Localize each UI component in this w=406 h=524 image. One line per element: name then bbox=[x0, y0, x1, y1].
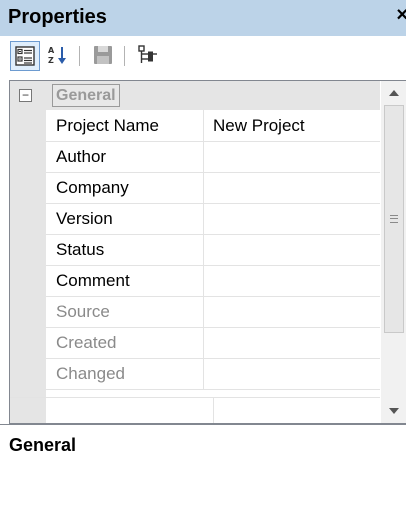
categorized-icon bbox=[15, 46, 35, 66]
property-name: Author bbox=[46, 141, 204, 172]
property-row-source[interactable]: Source bbox=[46, 296, 380, 328]
scroll-down-arrow[interactable] bbox=[381, 399, 406, 423]
property-row-created[interactable]: Created bbox=[46, 327, 380, 359]
properties-title-bar: Properties × bbox=[0, 0, 406, 36]
structure-button[interactable] bbox=[134, 41, 162, 69]
collapse-icon[interactable]: − bbox=[19, 89, 32, 102]
scrollbar-thumb[interactable] bbox=[384, 105, 404, 333]
property-name: Created bbox=[46, 327, 204, 358]
property-name: Company bbox=[46, 172, 204, 203]
property-name: Changed bbox=[46, 358, 204, 389]
description-title: General bbox=[9, 435, 77, 455]
property-row-status[interactable]: Status bbox=[46, 234, 380, 266]
arrow-down-icon bbox=[389, 408, 399, 414]
property-name: Status bbox=[46, 234, 204, 265]
alphabetical-sort-button[interactable]: A Z bbox=[44, 41, 72, 69]
property-value[interactable]: New Project bbox=[213, 110, 305, 141]
property-grid: − General Project Name New Project Autho… bbox=[9, 80, 406, 424]
scroll-up-arrow[interactable] bbox=[381, 81, 406, 105]
property-name: Version bbox=[46, 203, 204, 234]
arrow-up-icon bbox=[389, 90, 399, 96]
vertical-scrollbar[interactable] bbox=[381, 81, 406, 423]
property-row-project-name[interactable]: Project Name New Project bbox=[46, 110, 380, 142]
toolbar-separator bbox=[124, 46, 125, 66]
property-row-company[interactable]: Company bbox=[46, 172, 380, 204]
categorized-view-button[interactable] bbox=[10, 41, 40, 71]
property-name: Project Name bbox=[46, 110, 204, 141]
tree-structure-icon bbox=[138, 45, 157, 63]
save-button[interactable] bbox=[89, 41, 117, 69]
grip-icon bbox=[390, 215, 398, 223]
sort-az-icon: A Z bbox=[48, 46, 66, 65]
toolbar: A Z bbox=[0, 36, 406, 76]
property-row-comment[interactable]: Comment bbox=[46, 265, 380, 297]
close-icon[interactable]: × bbox=[396, 4, 406, 27]
floppy-disk-icon bbox=[94, 46, 112, 64]
category-label: General bbox=[52, 84, 120, 107]
property-row-changed[interactable]: Changed bbox=[46, 358, 380, 390]
property-row-version[interactable]: Version bbox=[46, 203, 380, 235]
svg-text:A: A bbox=[48, 46, 55, 55]
grid-gutter bbox=[10, 81, 46, 423]
panel-title: Properties bbox=[8, 6, 107, 28]
property-row-author[interactable]: Author bbox=[46, 141, 380, 173]
property-name: Comment bbox=[46, 265, 204, 296]
toolbar-separator bbox=[79, 46, 80, 66]
description-pane: General bbox=[0, 424, 406, 524]
column-divider bbox=[213, 398, 214, 423]
svg-text:Z: Z bbox=[48, 56, 54, 65]
category-row-general[interactable]: − General bbox=[10, 81, 380, 110]
empty-row bbox=[10, 397, 380, 423]
property-name: Source bbox=[46, 296, 204, 327]
